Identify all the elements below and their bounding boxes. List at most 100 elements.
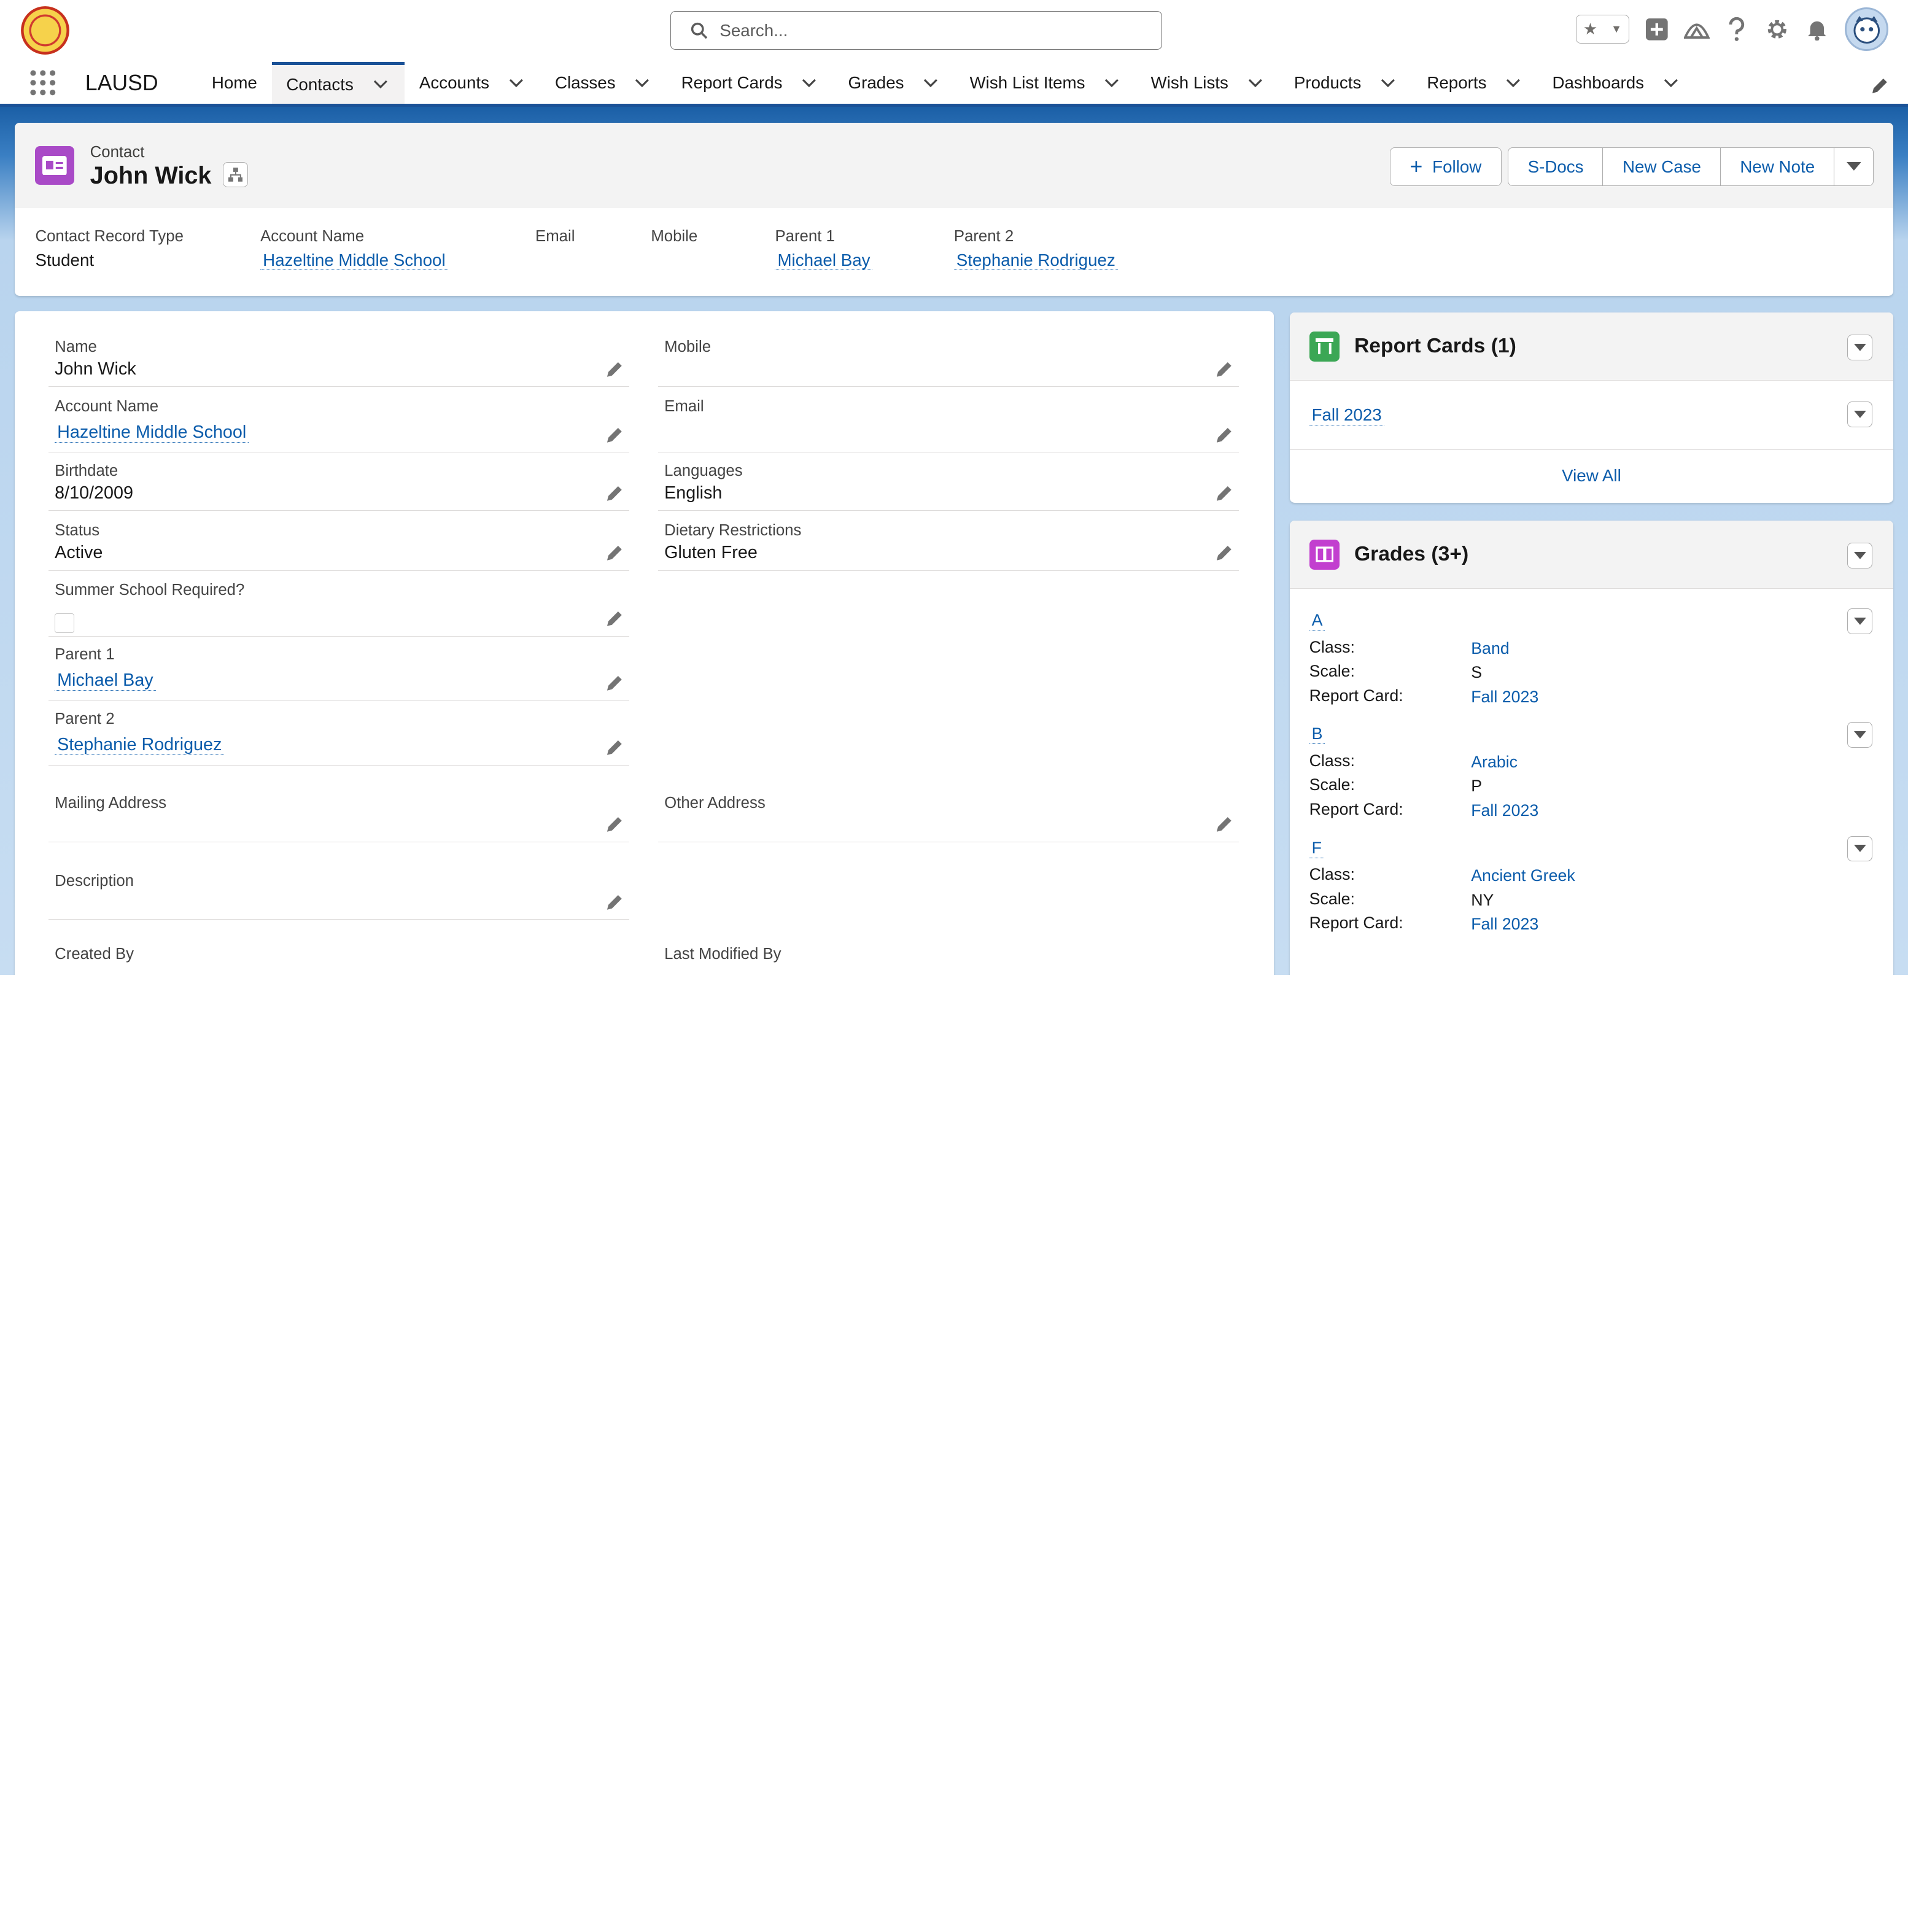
global-header: Search... ★ ▼ [0, 0, 1908, 63]
edit-nav-pencil-icon[interactable] [1871, 77, 1888, 99]
chevron-down-icon[interactable] [923, 74, 940, 91]
highlight-label: Account Name [260, 227, 365, 245]
follow-button[interactable]: + Follow [1389, 147, 1502, 187]
highlight-field: Mobile [651, 228, 775, 270]
notifications-bell-icon[interactable] [1804, 17, 1830, 42]
field-value[interactable]: Stephanie Rodriguez [55, 735, 225, 756]
details-panel: Name John Wick Mobile Account Name Hazeltine… [14, 311, 1274, 975]
report-card-link[interactable]: Fall 2023 [1471, 688, 1538, 707]
field-value[interactable]: Michael Bay [55, 670, 156, 691]
class-link[interactable]: Band [1471, 639, 1509, 658]
new-case-button[interactable]: New Case [1602, 147, 1721, 187]
view-all-link[interactable]: View All [1562, 466, 1621, 485]
tab-wish-list-items[interactable]: Wish List Items [955, 62, 1136, 104]
app-launcher-icon[interactable] [0, 62, 85, 104]
edit-pencil-icon[interactable] [606, 739, 623, 756]
field-birthdate: Birthdate 8/10/2009 [48, 462, 629, 511]
edit-pencil-icon[interactable] [606, 610, 623, 627]
chevron-down-icon[interactable] [1664, 74, 1681, 91]
class-label: Class: [1309, 637, 1355, 656]
tab-label: Accounts [419, 73, 489, 93]
highlight-value[interactable]: Stephanie Rodriguez [953, 250, 1197, 270]
highlight-value-text[interactable]: Michael Bay [775, 250, 873, 270]
record-actions: + Follow S-Docs New Case New Note [1389, 147, 1874, 187]
summer-school-checkbox[interactable] [55, 613, 74, 633]
hierarchy-button[interactable] [222, 161, 249, 188]
edit-pencil-icon[interactable] [1216, 544, 1233, 561]
edit-pencil-icon[interactable] [1216, 815, 1233, 832]
field-label: Birthdate [55, 462, 118, 480]
report-card-link[interactable]: Fall 2023 [1471, 915, 1538, 934]
tab-accounts[interactable]: Accounts [405, 62, 540, 104]
field-value-link[interactable]: Hazeltine Middle School [55, 422, 249, 443]
chevron-down-icon[interactable] [1506, 74, 1523, 91]
help-icon[interactable] [1724, 17, 1750, 42]
tab-wish-lists[interactable]: Wish Lists [1136, 62, 1279, 104]
report-cards-menu-button[interactable] [1847, 335, 1873, 360]
report-card-link[interactable]: Fall 2023 [1309, 405, 1384, 425]
sdocs-button[interactable]: S-Docs [1507, 147, 1604, 187]
star-icon: ★ [1583, 20, 1597, 38]
highlight-value[interactable]: Michael Bay [775, 250, 953, 270]
setup-gear-icon[interactable] [1764, 17, 1790, 42]
edit-pencil-icon[interactable] [606, 426, 623, 443]
global-actions-icon[interactable] [1644, 17, 1670, 42]
grade-link[interactable]: F [1309, 839, 1324, 858]
edit-pencil-icon[interactable] [606, 674, 623, 691]
user-avatar[interactable] [1844, 7, 1889, 52]
field-label: Account Name [55, 398, 159, 416]
tab-reports[interactable]: Reports [1413, 62, 1538, 104]
tab-dashboards[interactable]: Dashboards [1538, 62, 1696, 104]
grade-item: B Class: Arabic Scale: P Report Card: Fall 202… [1290, 722, 1893, 834]
report-card-label: Report Card: [1309, 914, 1403, 933]
edit-pencil-icon[interactable] [1216, 360, 1233, 378]
record-name: John Wick [90, 161, 212, 189]
chevron-down-icon[interactable] [1381, 74, 1398, 91]
field-value-link[interactable]: Michael Bay [55, 670, 156, 691]
tab-grades[interactable]: Grades [834, 62, 955, 104]
tab-home[interactable]: Home [197, 62, 272, 104]
chevron-down-icon[interactable] [1248, 74, 1265, 91]
class-link[interactable]: Arabic [1471, 753, 1518, 772]
grade-row-menu[interactable] [1847, 836, 1873, 862]
chevron-down-icon[interactable] [373, 76, 390, 93]
class-link[interactable]: Ancient Greek [1471, 866, 1575, 885]
edit-pencil-icon[interactable] [1216, 426, 1233, 443]
grade-link[interactable]: A [1309, 611, 1325, 630]
grades-menu-button[interactable] [1847, 542, 1873, 568]
chevron-down-icon[interactable] [635, 74, 652, 91]
chevron-down-icon[interactable] [802, 74, 819, 91]
field-status: Status Active [48, 522, 629, 571]
more-actions-button[interactable] [1833, 147, 1874, 187]
highlight-value-text: Student [35, 250, 95, 270]
tab-classes[interactable]: Classes [540, 62, 667, 104]
chevron-down-icon[interactable] [1104, 74, 1122, 91]
field-languages: Languages English [658, 462, 1239, 511]
edit-pencil-icon[interactable] [606, 360, 623, 378]
field-value[interactable]: Hazeltine Middle School [55, 422, 249, 443]
global-search-box[interactable]: Search... [670, 10, 1162, 50]
tab-report-cards[interactable]: Report Cards [667, 62, 834, 104]
edit-pencil-icon[interactable] [606, 484, 623, 502]
report-card-link[interactable]: Fall 2023 [1471, 801, 1538, 820]
tab-products[interactable]: Products [1279, 62, 1412, 104]
edit-pencil-icon[interactable] [606, 815, 623, 832]
grade-item: A Class: Band Scale: S Report Card: Fall 2023 [1290, 608, 1893, 720]
chevron-down-icon[interactable] [509, 74, 526, 91]
field-label: Dietary Restrictions [664, 522, 802, 540]
highlight-value-text[interactable]: Hazeltine Middle School [260, 250, 448, 270]
edit-pencil-icon[interactable] [606, 544, 623, 561]
grade-row-menu[interactable] [1847, 608, 1873, 634]
field-value-link[interactable]: Stephanie Rodriguez [55, 735, 225, 756]
edit-pencil-icon[interactable] [1216, 484, 1233, 502]
tab-contacts[interactable]: Contacts [271, 62, 405, 104]
highlight-value[interactable]: Hazeltine Middle School [260, 250, 535, 270]
trailhead-icon[interactable] [1684, 17, 1710, 42]
grade-link[interactable]: B [1309, 724, 1325, 745]
new-note-button[interactable]: New Note [1720, 147, 1835, 187]
favorites-button[interactable]: ★ ▼ [1575, 14, 1629, 44]
highlight-value-text[interactable]: Stephanie Rodriguez [953, 250, 1118, 270]
grade-row-menu[interactable] [1847, 722, 1873, 748]
edit-pencil-icon[interactable] [606, 893, 623, 910]
report-card-row-menu[interactable] [1847, 402, 1873, 427]
